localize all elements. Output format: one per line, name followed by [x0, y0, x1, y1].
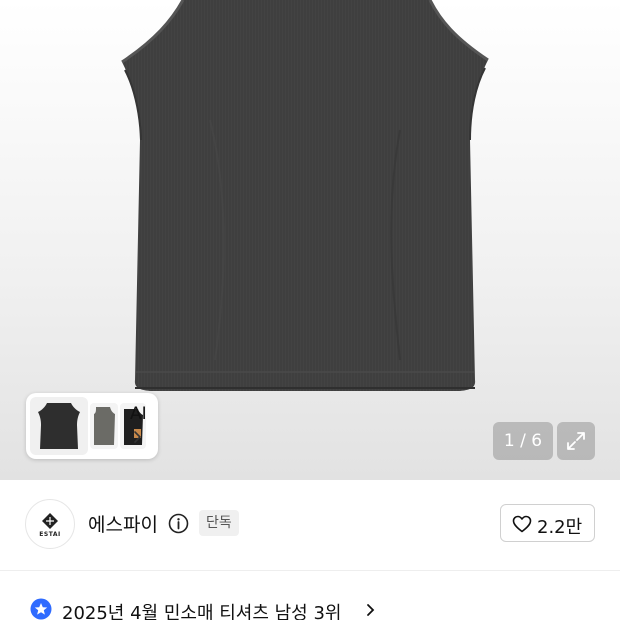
like-count: 2.2만 [537, 517, 583, 538]
brand-name[interactable]: 에스파이 [88, 510, 158, 537]
thumbnail-main[interactable] [30, 397, 88, 455]
thumbnail-grey[interactable] [90, 403, 118, 449]
expand-arrows-icon [567, 432, 585, 450]
ranking-text[interactable]: 2025년 4월 민소매 티셔츠 남성 3위 [62, 599, 341, 620]
chevron-right-icon[interactable] [133, 430, 143, 444]
brand-logo[interactable]: ESTAI [25, 499, 75, 549]
product-image-gallery[interactable]: AI 1 / 6 [0, 0, 620, 480]
star-badge-icon [30, 598, 52, 620]
brand-logo-text: ESTAI [39, 531, 61, 538]
ranking-row[interactable]: 2025년 4월 민소매 티셔츠 남성 3위 [0, 580, 620, 620]
divider [0, 570, 620, 571]
info-circle-icon[interactable] [168, 513, 189, 534]
like-button[interactable]: 2.2만 [500, 504, 595, 542]
ai-label[interactable]: AI [130, 404, 147, 424]
diamond-logo-icon [42, 513, 58, 529]
heart-outline-icon [512, 515, 532, 533]
brand-row: ESTAI 에스파이 단독 2.2만 [0, 480, 620, 570]
tank-top-grey-icon [94, 407, 115, 445]
image-counter: 1 / 6 [493, 422, 553, 460]
exclusive-badge: 단독 [199, 510, 239, 536]
expand-button[interactable] [557, 422, 595, 460]
chevron-right-icon[interactable] [366, 603, 376, 617]
thumbnail-strip[interactable] [26, 393, 158, 459]
tank-top-thumbnail-icon [38, 403, 80, 449]
